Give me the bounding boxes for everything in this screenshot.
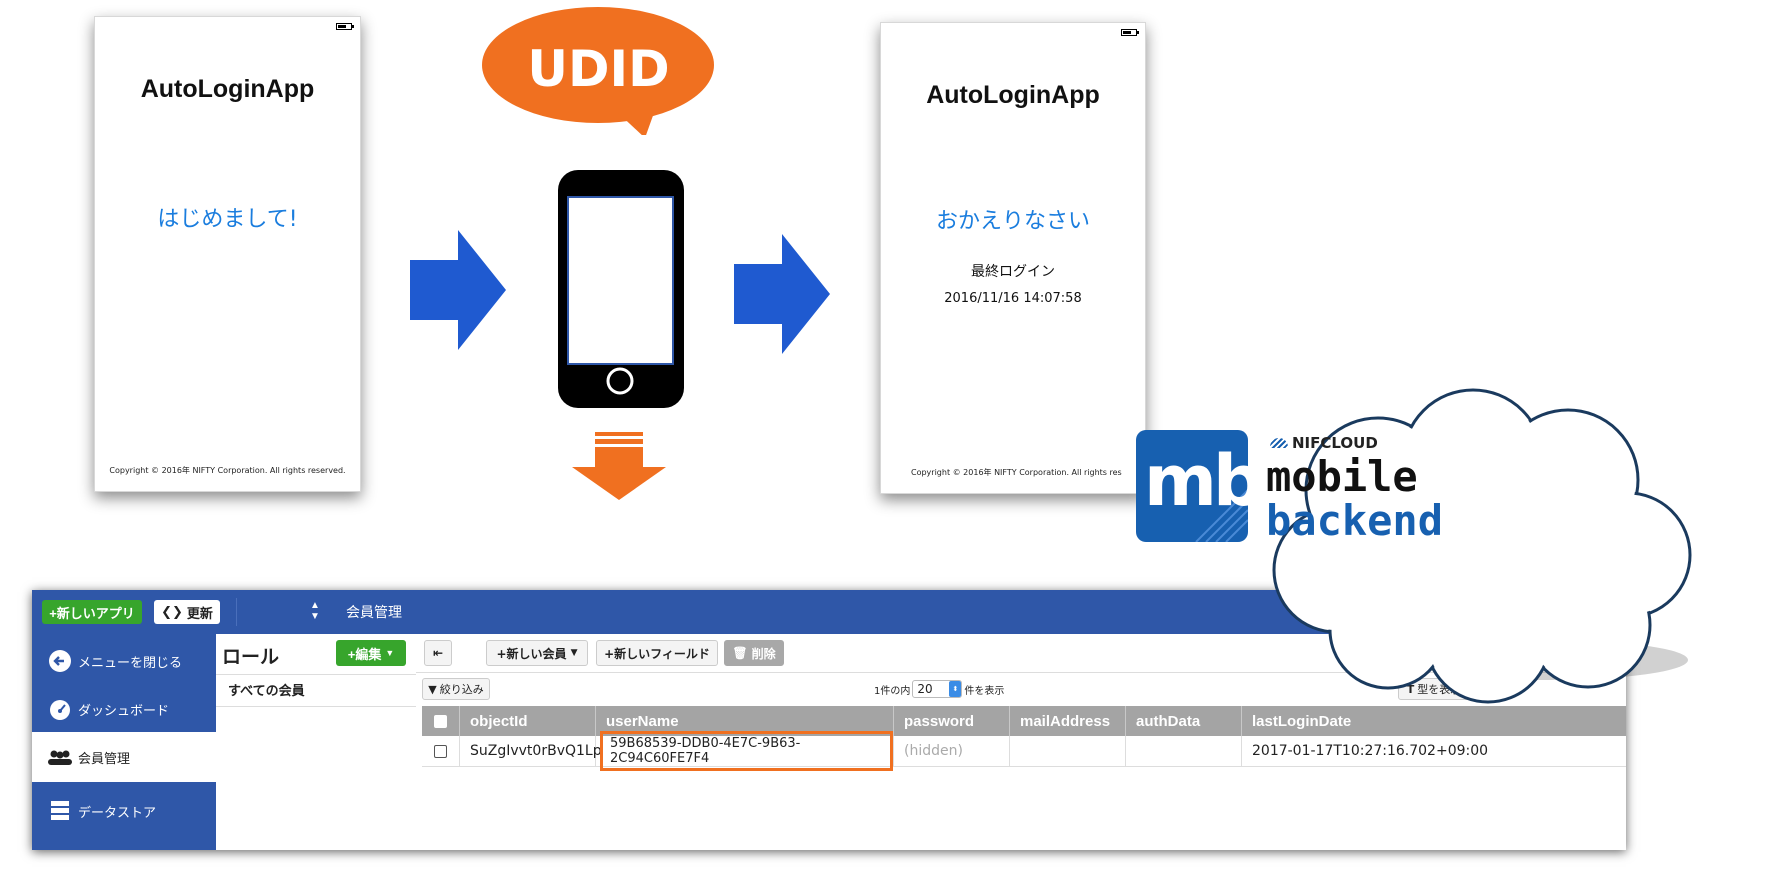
- brand-mark-icon: [1270, 438, 1288, 448]
- smartphone-icon: [558, 170, 684, 408]
- sidebar-item-label: 会員管理: [78, 751, 131, 767]
- last-login-value: 2016/11/16 14:07:58: [944, 291, 1082, 306]
- auth-data-cell[interactable]: [1126, 736, 1242, 766]
- delete-label: 削除: [751, 646, 776, 661]
- row-select-cell[interactable]: [422, 736, 460, 766]
- divider: [236, 598, 237, 626]
- chevron-down-icon: ▼: [385, 648, 395, 658]
- udid-highlight: 59B68539-DDB0-4E7C-9B63-2C94C60FE7F4: [600, 731, 893, 771]
- page-size-value: 20: [917, 682, 933, 696]
- delete-button[interactable]: 🗑 削除: [724, 640, 784, 666]
- arrow-down-icon: [572, 432, 666, 500]
- edit-role-label: +編集: [347, 646, 382, 662]
- object-id-cell[interactable]: SuZgIvvt0rBvQ1Lp: [460, 736, 602, 766]
- users-icon: [42, 749, 78, 765]
- brand-name: NIFCLOUD: [1270, 434, 1378, 452]
- sort-icon[interactable]: ▲ ▼: [310, 600, 320, 622]
- refresh-label: 更新: [186, 605, 213, 621]
- pagination: 1件の内 20 ⬍ 件を表示: [874, 680, 1004, 698]
- nifcloud-logo: mb NIFCLOUD mobile backend: [1136, 430, 1448, 545]
- sidebar-item-datastore[interactable]: データストア: [32, 784, 216, 838]
- collapse-pane-button[interactable]: ⇤: [424, 640, 452, 666]
- last-login-cell[interactable]: 2017-01-17T10:27:16.702+09:00: [1242, 736, 1626, 766]
- arrow-left-circle-icon: [42, 649, 78, 673]
- arrow-right-icon: [734, 234, 830, 354]
- table-row[interactable]: SuZgIvvt0rBvQ1Lp 59B68539-DDB0-4E7C-9B63…: [422, 731, 1626, 771]
- row-checkbox[interactable]: [434, 744, 447, 758]
- new-app-button[interactable]: +新しいアプリ: [42, 600, 142, 624]
- battery-icon: [336, 23, 354, 30]
- sidebar: メニューを閉じる ダッシュボード 会員管理 データストア: [32, 634, 216, 850]
- breadcrumb: 会員管理: [346, 605, 402, 621]
- mb-logo-mark: mb: [1136, 430, 1248, 542]
- app-screen-returning: AutoLoginApp おかえりなさい 最終ログイン 2016/11/16 1…: [880, 22, 1146, 494]
- mb-logo-text: mb: [1144, 440, 1248, 522]
- filter-icon: ▼: [428, 682, 437, 696]
- product-line2: backend: [1266, 496, 1444, 545]
- battery-icon: [1121, 29, 1139, 36]
- collapse-icon: ⇤: [432, 646, 444, 660]
- new-member-button[interactable]: +新しい会員 ▼: [486, 640, 588, 666]
- filter-button[interactable]: ▼ 絞り込み: [422, 678, 490, 700]
- mail-address-cell[interactable]: [1010, 736, 1126, 766]
- filter-label: 絞り込み: [439, 683, 484, 696]
- refresh-button[interactable]: ❮❯ 更新: [154, 600, 220, 624]
- new-member-label: +新しい会員: [496, 646, 567, 661]
- refresh-icon: ❮❯: [161, 604, 183, 619]
- all-members-item[interactable]: すべての会員: [228, 680, 305, 699]
- app-title: AutoLoginApp: [926, 81, 1100, 109]
- sidebar-item-label: メニューを閉じる: [78, 655, 183, 671]
- edit-role-button[interactable]: +編集 ▼: [336, 640, 406, 666]
- page-prefix: 1件の内: [874, 685, 911, 697]
- copyright-text: Copyright © 2016年 NIFTY Corporation. All…: [109, 466, 346, 475]
- column-header[interactable]: authData: [1126, 706, 1242, 736]
- udid-label: UDID: [527, 40, 670, 98]
- gauge-icon: [42, 697, 78, 721]
- sidebar-item-dashboard[interactable]: ダッシュボード: [32, 682, 216, 736]
- trash-icon: 🗑: [732, 646, 748, 660]
- brand-label: NIFCLOUD: [1292, 434, 1378, 452]
- new-field-button[interactable]: +新しいフィールド: [596, 640, 718, 666]
- sidebar-item-label: データストア: [78, 805, 157, 821]
- select-all-cell[interactable]: [422, 706, 460, 736]
- role-pane: ロール +編集 ▼ すべての会員: [216, 634, 417, 850]
- column-header[interactable]: lastLoginDate: [1242, 706, 1626, 736]
- username-cell[interactable]: 59B68539-DDB0-4E7C-9B63-2C94C60FE7F4: [596, 731, 894, 771]
- greeting-text: はじめまして!: [157, 207, 298, 232]
- column-header[interactable]: mailAddress: [1010, 706, 1126, 736]
- sidebar-item-close-menu[interactable]: メニューを閉じる: [32, 634, 216, 688]
- role-title: ロール: [222, 646, 280, 668]
- divider: [216, 706, 416, 707]
- app-title: AutoLoginApp: [140, 75, 315, 103]
- divider: [216, 674, 416, 675]
- stepper-icon: ⬍: [949, 681, 962, 697]
- password-cell[interactable]: (hidden): [894, 736, 1010, 766]
- column-header[interactable]: objectId: [460, 706, 596, 736]
- product-line1: mobile: [1266, 452, 1418, 501]
- copyright-text: Copyright © 2016年 NIFTY Corporation. All…: [911, 468, 1122, 477]
- app-screen-first-launch: AutoLoginApp はじめまして! Copyright © 2016年 N…: [94, 16, 361, 492]
- page-size-select[interactable]: 20 ⬍: [912, 680, 963, 698]
- sidebar-item-members[interactable]: 会員管理: [32, 732, 216, 782]
- last-login-label: 最終ログイン: [971, 264, 1055, 280]
- greeting-text: おかえりなさい: [935, 209, 1090, 234]
- column-header[interactable]: password: [894, 706, 1010, 736]
- select-all-checkbox[interactable]: [434, 714, 447, 728]
- chevron-down-icon: ▼: [570, 648, 578, 658]
- sidebar-item-label: ダッシュボード: [78, 703, 170, 719]
- page-suffix: 件を表示: [964, 685, 1005, 697]
- database-icon: [42, 800, 78, 822]
- arrow-right-icon: [410, 230, 506, 350]
